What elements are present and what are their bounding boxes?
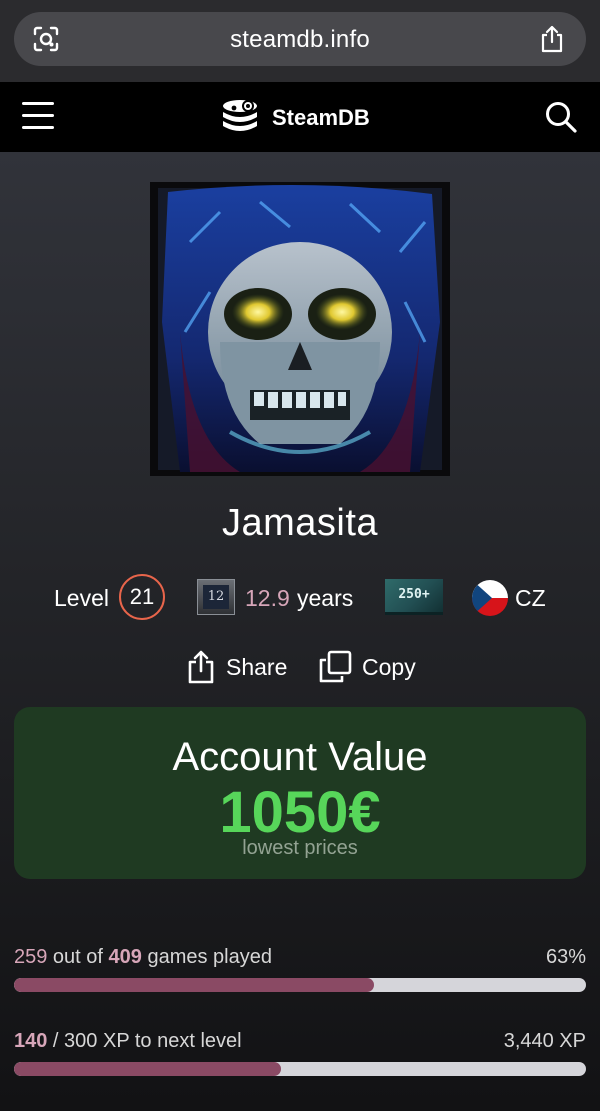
xp-label: 140 / 300 XP to next level — [14, 1030, 242, 1053]
games-played-label: 259 out of 409 games played — [14, 946, 272, 969]
games-played-count: 259 — [14, 946, 48, 968]
xp-bar — [14, 1062, 586, 1076]
xp-separator: / — [47, 1030, 65, 1052]
profile-stats: Level 21 12 12.9 years 250+ CZ — [0, 574, 600, 620]
years-unit: years — [297, 585, 354, 611]
share-button[interactable]: Share — [186, 648, 287, 686]
steamdb-logo-icon — [223, 100, 257, 131]
czech-flag-icon — [472, 580, 508, 616]
username: Jamasita — [221, 502, 379, 544]
brand-name: SteamDB — [272, 105, 370, 130]
years-badge-number: 12 — [203, 585, 229, 609]
games-played-bar — [14, 978, 586, 992]
share-icon[interactable] — [538, 24, 566, 54]
level-label: Level — [54, 585, 109, 611]
games-played-percent: 63% — [545, 946, 586, 968]
share-icon — [188, 650, 214, 684]
games-played-suffix: games played — [141, 946, 272, 968]
games-owned-badge-icon[interactable]: 250+ — [385, 579, 443, 615]
xp-current: 140 — [14, 1030, 48, 1052]
years-of-service-badge-icon[interactable]: 12 — [197, 579, 235, 615]
share-label: Share — [226, 653, 288, 680]
copy-button[interactable]: Copy — [318, 648, 416, 686]
xp-suffix: 300 XP to next level — [64, 1030, 242, 1052]
address-bar[interactable]: steamdb.info — [14, 12, 586, 66]
search-icon[interactable] — [544, 100, 578, 134]
hamburger-menu-icon[interactable] — [22, 102, 56, 130]
account-value-subtitle: lowest prices — [242, 837, 358, 859]
games-total-count: 409 — [108, 946, 142, 968]
games-played-bar-fill — [14, 978, 375, 992]
games-played-progress: 259 out of 409 games played 63% — [14, 946, 586, 996]
years-value: 12.9 — [245, 585, 290, 611]
xp-total: 3,440 XP — [503, 1030, 586, 1052]
brand-logo[interactable]: SteamDB — [220, 98, 370, 138]
level-badge[interactable]: 21 — [119, 574, 165, 620]
account-value-title: Account Value — [172, 735, 428, 779]
account-value-card[interactable]: Account Value 1050€ lowest prices — [14, 707, 586, 879]
country-code: CZ — [515, 585, 546, 611]
account-value-amount: 1050€ — [219, 780, 381, 845]
copy-icon — [319, 650, 352, 683]
copy-label: Copy — [362, 653, 416, 680]
browser-bar: steamdb.info — [0, 0, 600, 82]
url-text[interactable]: steamdb.info — [14, 26, 586, 54]
avatar[interactable] — [150, 182, 450, 476]
xp-bar-fill — [14, 1062, 281, 1076]
games-out-of-text: out of — [47, 946, 109, 968]
xp-progress: 140 / 300 XP to next level 3,440 XP — [14, 1030, 586, 1080]
profile-actions: Share Copy — [0, 648, 600, 688]
site-header: SteamDB — [0, 82, 600, 152]
